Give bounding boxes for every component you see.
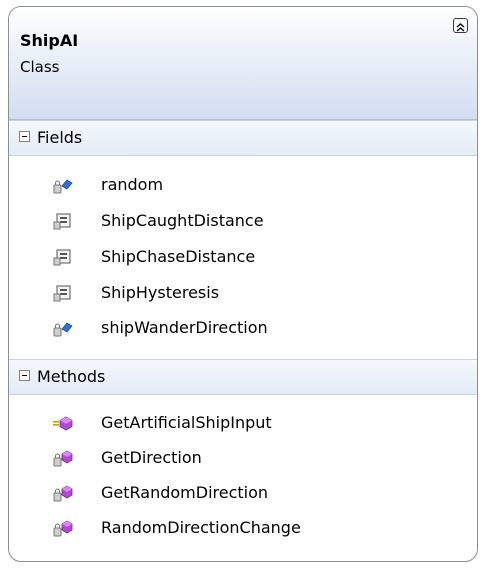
private-field-icon: [53, 177, 73, 195]
method-item[interactable]: RandomDirectionChange: [9, 513, 477, 545]
private-method-icon: [53, 485, 73, 503]
class-kind: Class: [20, 58, 60, 76]
fields-label: Fields: [37, 128, 83, 147]
field-item[interactable]: ShipHysteresis: [9, 278, 477, 310]
class-shape[interactable]: ShipAI Class Fields random ShipCaughtDis…: [8, 6, 478, 562]
method-item[interactable]: GetDirection: [9, 443, 477, 475]
private-method-icon: [53, 520, 73, 538]
constant-icon: [53, 285, 73, 303]
private-method-icon: [53, 450, 73, 468]
fields-section-header[interactable]: Fields: [9, 120, 477, 156]
field-label: random: [101, 175, 164, 194]
field-label: ShipChaseDistance: [101, 247, 256, 266]
field-item[interactable]: random: [9, 170, 477, 202]
field-item[interactable]: shipWanderDirection: [9, 313, 477, 345]
public-method-icon: [53, 415, 73, 433]
method-label: RandomDirectionChange: [101, 518, 301, 537]
field-label: shipWanderDirection: [101, 318, 268, 337]
method-item[interactable]: GetArtificialShipInput: [9, 408, 477, 440]
field-item[interactable]: ShipChaseDistance: [9, 242, 477, 274]
methods-label: Methods: [37, 367, 106, 386]
class-name: ShipAI: [20, 31, 79, 50]
field-label: ShipHysteresis: [101, 283, 220, 302]
collapse-methods-icon[interactable]: [19, 370, 30, 381]
method-label: GetArtificialShipInput: [101, 413, 272, 432]
field-label: ShipCaughtDistance: [101, 211, 264, 230]
collapse-fields-icon[interactable]: [19, 131, 30, 142]
constant-icon: [53, 213, 73, 231]
collapse-icon[interactable]: [453, 18, 468, 33]
class-header[interactable]: ShipAI Class: [9, 7, 477, 120]
constant-icon: [53, 249, 73, 267]
method-item[interactable]: GetRandomDirection: [9, 478, 477, 510]
method-label: GetRandomDirection: [101, 483, 269, 502]
method-label: GetDirection: [101, 448, 202, 467]
private-field-icon: [53, 320, 73, 338]
methods-section-header[interactable]: Methods: [9, 359, 477, 395]
field-item[interactable]: ShipCaughtDistance: [9, 206, 477, 238]
